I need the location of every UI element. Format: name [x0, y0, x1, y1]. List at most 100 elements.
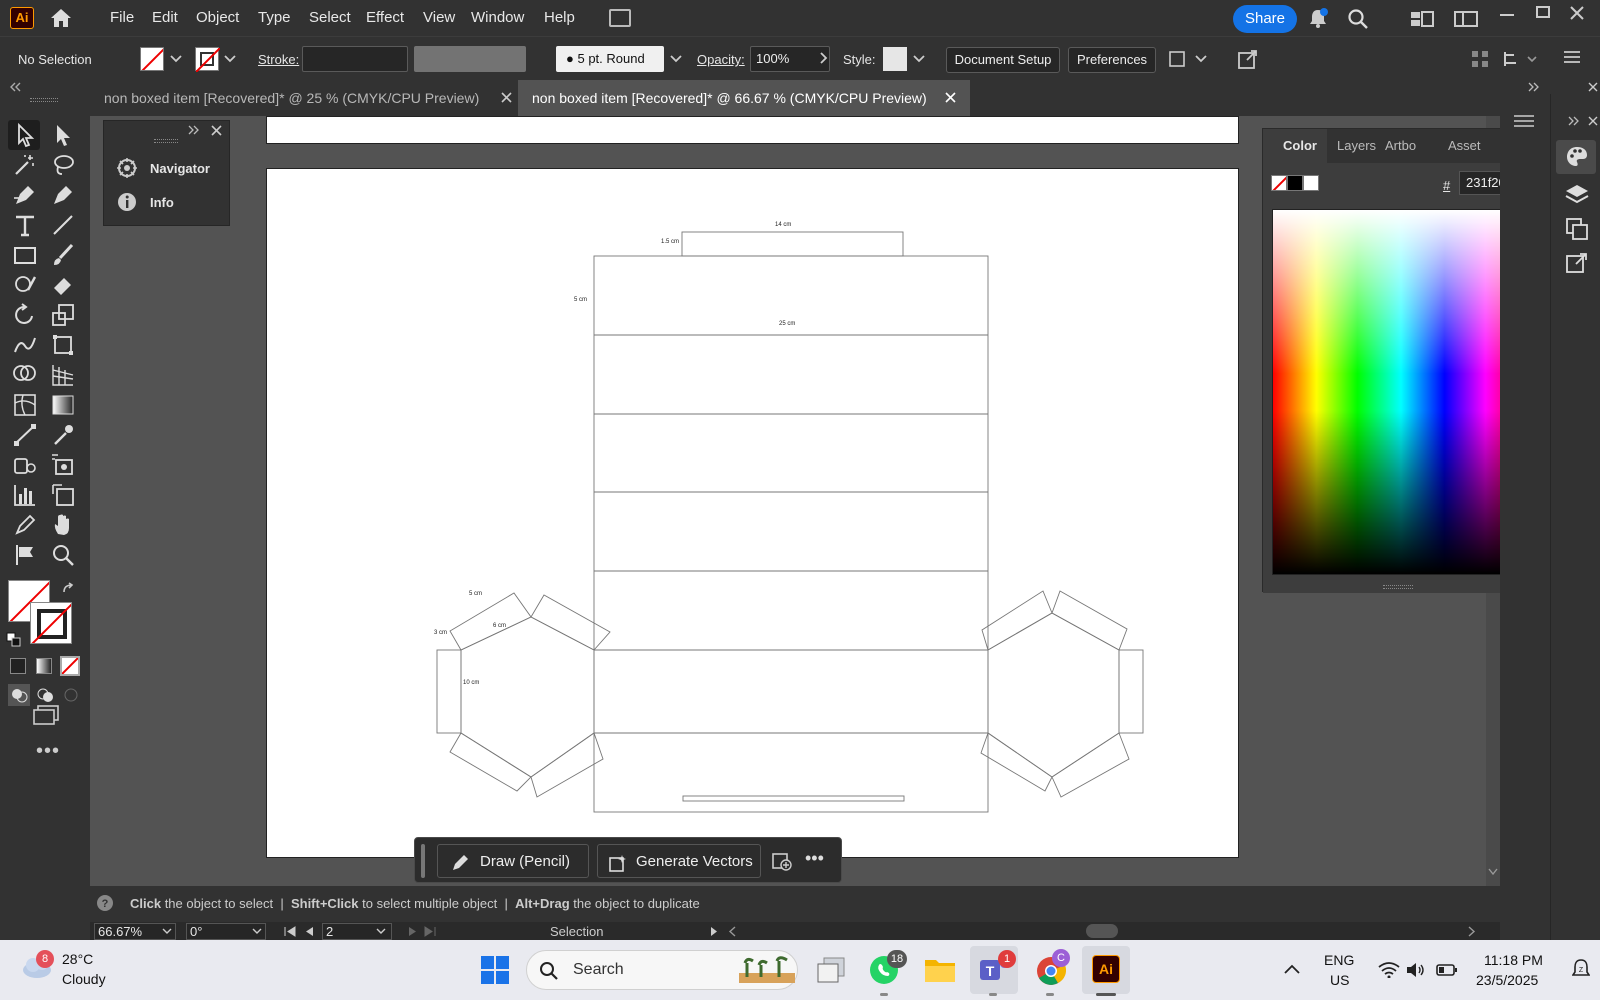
- black-swatch[interactable]: [1287, 175, 1303, 191]
- free-transform-tool-icon[interactable]: [50, 332, 76, 358]
- draw-normal-icon[interactable]: [8, 684, 30, 706]
- transform-icon[interactable]: [1502, 49, 1542, 69]
- stroke-swatch[interactable]: [195, 47, 221, 73]
- column-graph-tool-icon[interactable]: [12, 482, 38, 508]
- panel-expand-icon[interactable]: [1528, 82, 1540, 92]
- panel-layout-icon[interactable]: [1454, 10, 1478, 28]
- draw-pencil-button[interactable]: Draw (Pencil): [437, 844, 589, 878]
- menu-edit[interactable]: Edit: [152, 9, 178, 26]
- more-options-icon[interactable]: •••: [805, 848, 824, 869]
- notification-center-icon[interactable]: Z: [1572, 958, 1590, 980]
- perspective-grid-tool-icon[interactable]: [50, 362, 76, 388]
- stroke-weight-stepper[interactable]: [302, 46, 408, 72]
- chevron-down-icon[interactable]: [162, 928, 172, 935]
- warp-tool-icon[interactable]: [12, 332, 38, 358]
- line-segment-tool-icon[interactable]: [50, 212, 76, 238]
- workspace-switcher-icon[interactable]: [1410, 10, 1434, 28]
- scale-tool-icon[interactable]: [50, 302, 76, 328]
- panel-resize-grip[interactable]: [1383, 585, 1413, 589]
- rotate-tool-icon[interactable]: [12, 302, 38, 328]
- share-button[interactable]: Share: [1233, 5, 1297, 33]
- draw-inside-icon[interactable]: [60, 684, 82, 706]
- chevron-down-icon[interactable]: [252, 928, 262, 935]
- close-icon[interactable]: [1588, 116, 1598, 126]
- chevron-down-icon[interactable]: [170, 55, 182, 63]
- gradient-mode-button[interactable]: [36, 658, 52, 674]
- close-icon[interactable]: [1588, 82, 1598, 92]
- close-icon[interactable]: [501, 92, 512, 103]
- horizontal-scroll-thumb[interactable]: [1086, 924, 1118, 938]
- hamburger-menu-icon[interactable]: [1564, 50, 1580, 64]
- close-icon[interactable]: [211, 125, 222, 136]
- navigator-panel-tab[interactable]: Navigator: [150, 161, 210, 176]
- panel-expand-icon[interactable]: [188, 125, 200, 135]
- slice-tool-icon[interactable]: [50, 452, 76, 478]
- layers-icon[interactable]: [1564, 182, 1590, 208]
- panel-expand-icon[interactable]: [1568, 116, 1580, 126]
- menu-object[interactable]: Object: [196, 9, 239, 26]
- app-logo[interactable]: Ai: [10, 7, 34, 29]
- pencil-tool-icon[interactable]: [12, 512, 38, 538]
- zoom-tool-icon[interactable]: [50, 542, 76, 568]
- volume-icon[interactable]: [1406, 962, 1426, 978]
- asset-export-icon[interactable]: [1564, 250, 1590, 276]
- clock-date[interactable]: 23/5/2025: [1476, 972, 1538, 988]
- paintbrush-tool-icon[interactable]: [50, 242, 76, 268]
- tab-layers[interactable]: Layers: [1337, 138, 1377, 153]
- mesh-tool-icon[interactable]: [12, 392, 38, 418]
- default-fill-stroke-icon[interactable]: [6, 632, 22, 648]
- symbol-sprayer-tool-icon[interactable]: [12, 452, 38, 478]
- artboard-1-partial[interactable]: [266, 116, 1239, 144]
- opacity-label[interactable]: Opacity:: [697, 52, 745, 67]
- arrange-documents-icon[interactable]: [609, 9, 631, 27]
- tab-color[interactable]: Color: [1263, 129, 1327, 163]
- style-swatch[interactable]: [883, 47, 907, 71]
- tab-document-6667[interactable]: non boxed item [Recovered]* @ 66.67 % (C…: [518, 80, 970, 116]
- tab-document-25[interactable]: non boxed item [Recovered]* @ 25 % (CMYK…: [90, 80, 518, 116]
- none-swatch[interactable]: [1271, 175, 1287, 191]
- chevron-up-icon[interactable]: [1284, 964, 1300, 974]
- status-menu-arrow-icon[interactable]: [710, 926, 718, 937]
- edit-toolbar-icon[interactable]: •••: [36, 740, 60, 763]
- menu-effect[interactable]: Effect: [366, 9, 404, 26]
- panel-grip[interactable]: [154, 139, 178, 143]
- document-setup-button[interactable]: Document Setup: [946, 47, 1060, 73]
- lasso-tool-icon[interactable]: [50, 152, 76, 178]
- eraser-tool-icon[interactable]: [50, 272, 76, 298]
- toggle-screen-mode-icon[interactable]: [12, 542, 38, 568]
- menu-window[interactable]: Window: [471, 9, 524, 26]
- weather-desc[interactable]: Cloudy: [62, 971, 106, 987]
- hand-tool-icon[interactable]: [50, 512, 76, 538]
- wifi-icon[interactable]: [1378, 962, 1400, 978]
- chevron-right-icon[interactable]: [820, 52, 828, 64]
- gradient-tool-icon[interactable]: [50, 392, 76, 418]
- artboard-2[interactable]: 14 cm 1.5 cm 5 cm 25 cm 5 cm 3 cm 6 cm 1…: [266, 168, 1239, 858]
- magic-wand-tool-icon[interactable]: [12, 152, 38, 178]
- close-icon[interactable]: [945, 92, 956, 103]
- previous-artboard-icon[interactable]: [304, 926, 314, 937]
- language-indicator[interactable]: ENG: [1324, 952, 1354, 968]
- help-icon[interactable]: ?: [96, 894, 114, 912]
- eyedropper-tool-icon[interactable]: [50, 422, 76, 448]
- tab-artboards[interactable]: Artbo: [1385, 138, 1423, 153]
- menu-select[interactable]: Select: [309, 9, 351, 26]
- stroke-label[interactable]: Stroke:: [258, 52, 299, 67]
- artboard-tool-icon[interactable]: [50, 482, 76, 508]
- menu-file[interactable]: File: [110, 9, 134, 26]
- chevron-down-icon[interactable]: [376, 928, 386, 935]
- battery-icon[interactable]: [1436, 963, 1458, 977]
- close-window-icon[interactable]: [1570, 6, 1584, 20]
- chevron-down-icon[interactable]: [913, 55, 925, 63]
- variable-width-profile[interactable]: [414, 46, 526, 72]
- task-view-icon[interactable]: [816, 956, 846, 984]
- collapse-panel-icon[interactable]: [8, 82, 22, 92]
- dieline-drawing[interactable]: [267, 169, 1240, 859]
- menu-type[interactable]: Type: [258, 9, 291, 26]
- menu-view[interactable]: View: [423, 9, 455, 26]
- stroke-color-box[interactable]: [30, 602, 72, 644]
- share-export-icon[interactable]: [1236, 47, 1260, 71]
- swap-fill-stroke-icon[interactable]: [62, 582, 76, 596]
- panel-grip[interactable]: [30, 98, 58, 102]
- info-panel-tab[interactable]: Info: [150, 195, 174, 210]
- align-icon[interactable]: [1470, 49, 1490, 69]
